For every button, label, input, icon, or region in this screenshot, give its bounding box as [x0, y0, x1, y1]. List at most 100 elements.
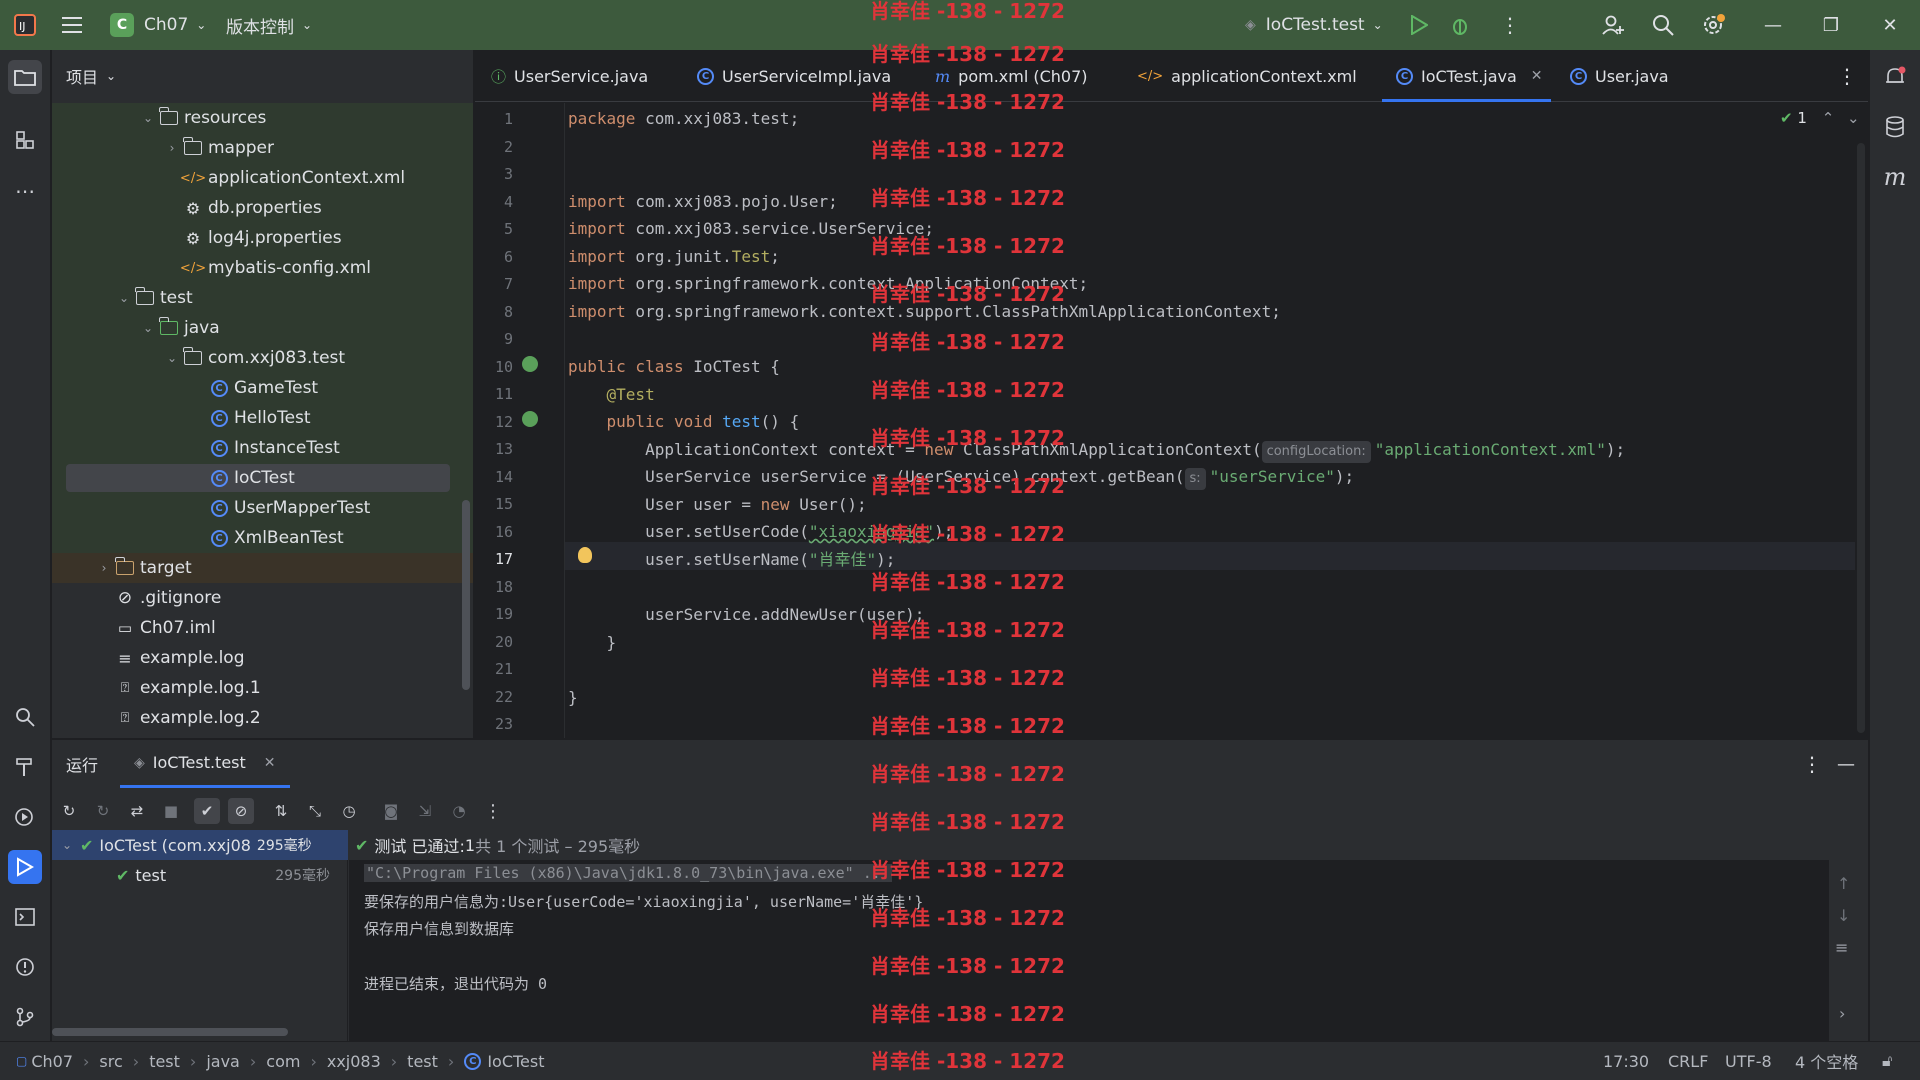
tree-item-log4j-properties[interactable]: ⚙ log4j.properties [52, 223, 473, 253]
breadcrumb-item[interactable]: test [149, 1052, 180, 1071]
breadcrumb-item[interactable]: ▢ Ch07 [16, 1052, 73, 1071]
hide-panel-icon[interactable]: — [1837, 754, 1855, 775]
tree-item-ioctest[interactable]: C IoCTest [52, 463, 473, 493]
main-menu-icon[interactable] [62, 0, 84, 50]
minimize-button[interactable]: — [1745, 0, 1801, 50]
stop-icon[interactable]: ■ [158, 798, 184, 824]
tree-item-package[interactable]: ⌄ com.xxj083.test [52, 343, 473, 373]
coverage-icon[interactable]: ◔ [446, 798, 472, 824]
show-ignored-icon[interactable]: ⊘ [228, 798, 254, 824]
cursor-position[interactable]: 17:30 [1603, 1052, 1649, 1071]
rerun-icon[interactable]: ↻ [56, 798, 82, 824]
chevron-right-icon[interactable]: › [1839, 1004, 1845, 1023]
inspection-widget[interactable]: ✔ 1 ⌃ ⌄ [1780, 109, 1860, 127]
run-tab-ioctest[interactable]: ◈ IoCTest.test ✕ [120, 740, 290, 788]
services-icon[interactable] [8, 800, 42, 834]
more-actions-icon[interactable]: ⋮ [1500, 0, 1520, 50]
tree-item-mapper[interactable]: › mapper [52, 133, 473, 163]
test-row-ioctest[interactable]: ⌄ ✔ IoCTest (com.xxj08 295毫秒 [52, 830, 348, 860]
close-tab-icon[interactable]: ✕ [1531, 68, 1543, 84]
tab-user-java[interactable]: C User.java [1570, 50, 1669, 102]
file-encoding[interactable]: UTF-8 [1725, 1052, 1772, 1071]
chevron-down-icon[interactable]: ⌄ [1847, 109, 1860, 127]
project-panel-header[interactable]: 项目 ⌄ [52, 50, 473, 102]
tree-item-gitignore[interactable]: ⊘ .gitignore [52, 583, 473, 613]
tree-item-usermappertest[interactable]: C UserMapperTest [52, 493, 473, 523]
scroll-down-icon[interactable]: ↓ [1837, 906, 1850, 925]
tree-item-test[interactable]: ⌄ test [52, 283, 473, 313]
tree-item-ch07-iml[interactable]: ▭ Ch07.iml [52, 613, 473, 643]
add-user-icon[interactable] [1602, 0, 1624, 50]
tree-item-resources[interactable]: ⌄ resources [52, 103, 473, 133]
tab-userserviceimpl-java[interactable]: C UserServiceImpl.java [697, 50, 891, 102]
rerun-failed-icon[interactable]: ↻ [90, 798, 116, 824]
tab-userservice-java[interactable]: ⓘ UserService.java [491, 50, 648, 102]
tabs-more-icon[interactable]: ⋮ [1837, 50, 1857, 102]
run-config-selector[interactable]: ◈ IoCTest.test ⌄ [1245, 0, 1383, 50]
more-actions-icon[interactable]: ⋮ [480, 798, 506, 824]
screenshot-icon[interactable]: ◙ [378, 798, 404, 824]
tree-item-example-log-2[interactable]: ⍰ example.log.2 [52, 703, 473, 733]
console-output[interactable]: "C:\Program Files (x86)\Java\jdk1.8.0_73… [349, 860, 1850, 1042]
settings-gear-icon[interactable] [1702, 0, 1726, 50]
scroll-up-icon[interactable]: ↑ [1837, 874, 1850, 893]
tree-item-xmlbeantest[interactable]: C XmlBeanTest [52, 523, 473, 553]
tree-item-target[interactable]: › target [52, 553, 473, 583]
git-branch-icon[interactable] [8, 1000, 42, 1034]
soft-wrap-icon[interactable]: ≡ [1835, 938, 1848, 957]
breadcrumb-item[interactable]: test [407, 1052, 438, 1071]
tree-item-example-log-1[interactable]: ⍰ example.log.1 [52, 673, 473, 703]
breadcrumb-item[interactable]: xxj083 [327, 1052, 381, 1071]
tree-item-gametest[interactable]: C GameTest [52, 373, 473, 403]
run-test-gutter-icon[interactable] [522, 356, 538, 372]
restore-button[interactable]: ❐ [1803, 0, 1859, 50]
maven-icon[interactable]: m [1878, 160, 1912, 194]
tree-item-instancetest[interactable]: C InstanceTest [52, 433, 473, 463]
tree-item-java[interactable]: ⌄ java [52, 313, 473, 343]
project-selector[interactable]: C Ch07 ⌄ [110, 0, 206, 50]
collapse-icon[interactable]: ⤡ [302, 798, 328, 824]
tree-item-hellotest[interactable]: C HelloTest [52, 403, 473, 433]
terminal-icon[interactable] [8, 900, 42, 934]
indent-setting[interactable]: 4 个空格 [1795, 1049, 1858, 1073]
show-passed-icon[interactable]: ✔ [194, 798, 220, 824]
debug-button[interactable] [1450, 0, 1470, 50]
history-clock-icon[interactable]: ◷ [336, 798, 362, 824]
database-icon[interactable] [1878, 110, 1912, 144]
tree-item-mybatis-config-xml[interactable]: </> mybatis-config.xml [52, 253, 473, 283]
search-icon[interactable] [1652, 0, 1674, 50]
tab-ioctest-java[interactable]: C IoCTest.java ✕ [1382, 50, 1551, 102]
run-test-gutter-icon[interactable] [522, 411, 538, 427]
problems-icon[interactable] [8, 950, 42, 984]
close-window-button[interactable]: ✕ [1862, 0, 1918, 50]
breadcrumb-item[interactable]: com [266, 1052, 300, 1071]
tree-hscrollbar[interactable] [52, 1028, 288, 1036]
breadcrumb-item[interactable]: java [206, 1052, 240, 1071]
sort-icon[interactable]: ⇅ [268, 798, 294, 824]
chevron-up-icon[interactable]: ⌃ [1822, 109, 1835, 127]
run-button[interactable] [1410, 0, 1428, 50]
panel-options-icon[interactable]: ⋮ [1802, 752, 1822, 776]
test-row-test[interactable]: ✔ test 295毫秒 [52, 860, 348, 890]
close-tab-icon[interactable]: ✕ [264, 755, 276, 771]
tab-applicationcontext-xml[interactable]: </> applicationContext.xml [1137, 50, 1357, 102]
more-tools-icon[interactable]: ⋯ [8, 174, 42, 208]
tree-item-db-properties[interactable]: ⚙ db.properties [52, 193, 473, 223]
find-icon[interactable] [8, 700, 42, 734]
build-hammer-icon[interactable] [8, 750, 42, 784]
line-separator[interactable]: CRLF [1668, 1052, 1708, 1071]
tree-item-example-log[interactable]: ≡ example.log [52, 643, 473, 673]
structure-icon[interactable] [8, 123, 42, 157]
toggle-auto-test-icon[interactable]: ⇄ [124, 798, 150, 824]
project-scrollbar[interactable] [462, 500, 470, 690]
project-folder-icon[interactable] [8, 60, 42, 94]
vcs-menu[interactable]: 版本控制 ⌄ [226, 0, 312, 50]
notifications-bell-icon[interactable] [1878, 60, 1912, 94]
editor-scrollbar[interactable] [1857, 143, 1865, 733]
breadcrumb-item[interactable]: C IoCTest [464, 1052, 545, 1071]
read-only-lock-icon[interactable]: 🔓︎ [1882, 1051, 1892, 1071]
breadcrumb-item[interactable]: src [99, 1052, 122, 1071]
tree-item-applicationcontext-xml[interactable]: </> applicationContext.xml [52, 163, 473, 193]
code-editor[interactable]: 1 2 3 4 5 6 7 8 9 10 11 12 13 14 15 16 17 18 19 20 21 22 23 pa… [475, 103, 1868, 738]
run-tool-icon[interactable] [8, 850, 42, 884]
